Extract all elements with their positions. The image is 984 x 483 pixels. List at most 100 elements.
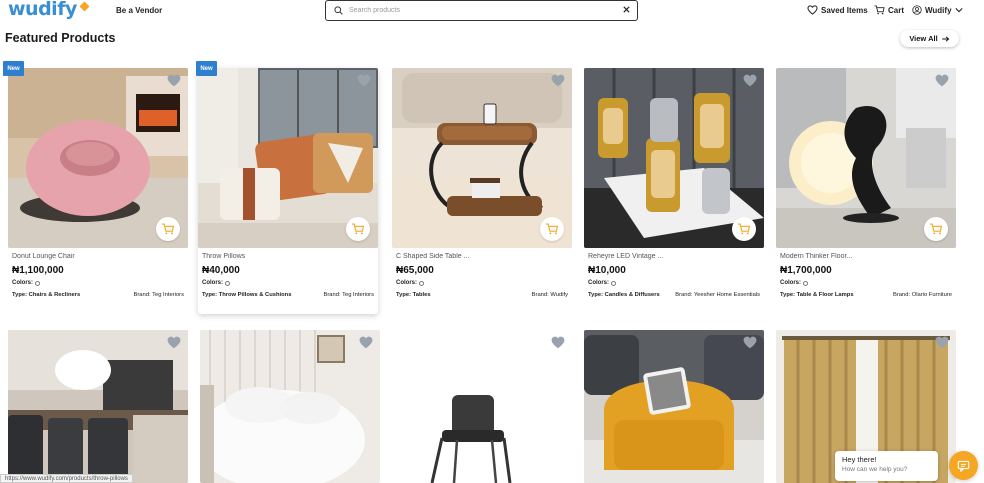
search-bar[interactable] bbox=[325, 0, 638, 21]
add-to-cart-button[interactable] bbox=[346, 217, 370, 241]
product-card[interactable]: Reheyre LED Vintage ... ₦10,000 Colors: … bbox=[584, 68, 764, 298]
product-meta: Type: Tables Brand: Wudify bbox=[396, 292, 568, 298]
heart-icon[interactable] bbox=[743, 74, 757, 87]
product-image[interactable] bbox=[200, 330, 380, 483]
color-swatch[interactable] bbox=[419, 280, 424, 286]
product-card[interactable]: New Donut Lounge Chair ₦1,100,000 Colors… bbox=[3, 61, 188, 298]
heart-icon[interactable] bbox=[357, 74, 371, 87]
type-value: Table & Floor Lamps bbox=[796, 292, 854, 298]
heart-icon[interactable] bbox=[551, 74, 565, 87]
wudify-logo[interactable]: wudify bbox=[8, 0, 77, 20]
type-value: Tables bbox=[412, 292, 431, 298]
product-price: ₦1,700,000 bbox=[780, 265, 832, 276]
color-swatch[interactable] bbox=[225, 280, 230, 286]
product-card[interactable] bbox=[8, 330, 188, 483]
brand-label: Brand: bbox=[133, 292, 151, 298]
search-icon bbox=[334, 6, 343, 15]
product-brand: Brand: Yeesher Home Essentials bbox=[675, 292, 760, 298]
product-image[interactable] bbox=[584, 330, 764, 483]
product-image[interactable] bbox=[584, 68, 764, 248]
cart-icon bbox=[546, 223, 559, 235]
brand-value: Teg Interiors bbox=[342, 292, 374, 298]
product-image[interactable] bbox=[776, 68, 956, 248]
colors-label: Colors: bbox=[202, 280, 223, 286]
account-menu[interactable]: Wudify bbox=[912, 5, 966, 15]
product-price: ₦65,000 bbox=[396, 265, 434, 276]
product-name[interactable]: C Shaped Side Table ... bbox=[396, 253, 568, 263]
be-a-vendor-link[interactable]: Be a Vendor bbox=[116, 6, 162, 15]
product-brand: Brand: Teg Interiors bbox=[323, 292, 374, 298]
type-value: Chairs & Recliners bbox=[28, 292, 81, 298]
brand-value: Wudify bbox=[550, 292, 568, 298]
search-input[interactable] bbox=[349, 7, 619, 14]
product-price: ₦10,000 bbox=[588, 265, 626, 276]
color-swatch[interactable] bbox=[611, 280, 616, 286]
cart-link[interactable]: Cart bbox=[874, 5, 904, 15]
close-icon[interactable] bbox=[622, 5, 631, 14]
colors-label: Colors: bbox=[588, 280, 609, 286]
chat-greeting-bubble[interactable]: Hey there! How can we help you? bbox=[835, 451, 938, 481]
section-title: Featured Products bbox=[5, 31, 116, 45]
chat-button[interactable] bbox=[949, 451, 978, 480]
saved-items-link[interactable]: Saved Items bbox=[807, 5, 868, 15]
heart-icon[interactable] bbox=[167, 336, 181, 349]
product-name[interactable]: Reheyre LED Vintage ... bbox=[588, 253, 760, 263]
product-name[interactable]: Donut Lounge Chair bbox=[12, 253, 184, 263]
logo-accent-icon bbox=[79, 1, 90, 12]
cart-icon bbox=[874, 5, 885, 15]
heart-outline-icon bbox=[807, 5, 818, 15]
add-to-cart-button[interactable] bbox=[540, 217, 564, 241]
product-image[interactable] bbox=[392, 68, 572, 248]
type-label: Type: bbox=[396, 292, 412, 298]
colors-label: Colors: bbox=[780, 280, 801, 286]
heart-icon[interactable] bbox=[743, 336, 757, 349]
colors-label: Colors: bbox=[396, 280, 417, 286]
product-card[interactable] bbox=[584, 330, 764, 483]
product-card[interactable]: New Throw Pillows ₦40,000 Colors: Type: … bbox=[196, 61, 378, 314]
top-header: wudify Be a Vendor Saved Items Cart Wudi… bbox=[0, 0, 984, 22]
product-type: Type: Tables bbox=[396, 292, 431, 298]
type-label: Type: bbox=[780, 292, 796, 298]
product-card[interactable]: Modern Thinker Floor... ₦1,700,000 Color… bbox=[776, 68, 956, 298]
user-icon bbox=[912, 5, 922, 15]
product-colors: Colors: bbox=[396, 280, 568, 286]
add-to-cart-button[interactable] bbox=[924, 217, 948, 241]
brand-value: Teg Interiors bbox=[152, 292, 184, 298]
brand-label: Brand: bbox=[893, 292, 911, 298]
heart-icon[interactable] bbox=[551, 336, 565, 349]
view-all-button[interactable]: View All bbox=[900, 30, 959, 47]
product-name[interactable]: Throw Pillows bbox=[202, 253, 374, 263]
heart-icon[interactable] bbox=[167, 74, 181, 87]
product-meta: Type: Table & Floor Lamps Brand: Olario … bbox=[780, 292, 952, 298]
chat-greeting: Hey there! bbox=[842, 455, 877, 464]
brand-label: Brand: bbox=[323, 292, 341, 298]
heart-icon[interactable] bbox=[935, 336, 949, 349]
type-value: Candles & Diffusers bbox=[604, 292, 660, 298]
color-swatch[interactable] bbox=[803, 280, 808, 286]
brand-value: Olario Furniture bbox=[911, 292, 952, 298]
dining-set-photo bbox=[8, 330, 188, 483]
product-colors: Colors: bbox=[202, 280, 374, 286]
product-meta: Type: Candles & Diffusers Brand: Yeesher… bbox=[588, 292, 760, 298]
new-badge: New bbox=[3, 61, 24, 76]
product-image[interactable] bbox=[198, 68, 378, 248]
color-swatch[interactable] bbox=[35, 280, 40, 286]
heart-icon[interactable] bbox=[935, 74, 949, 87]
add-to-cart-button[interactable] bbox=[732, 217, 756, 241]
account-label: Wudify bbox=[925, 5, 952, 15]
cart-label: Cart bbox=[888, 5, 905, 15]
add-to-cart-button[interactable] bbox=[156, 217, 180, 241]
heart-icon[interactable] bbox=[359, 336, 373, 349]
chat-icon bbox=[957, 460, 970, 472]
product-image[interactable] bbox=[392, 330, 572, 483]
product-name[interactable]: Modern Thinker Floor... bbox=[780, 253, 952, 263]
product-colors: Colors: bbox=[780, 280, 952, 286]
chevron-down-icon bbox=[954, 8, 963, 13]
type-value: Throw Pillows & Cushions bbox=[218, 292, 292, 298]
product-card[interactable] bbox=[200, 330, 380, 483]
product-card[interactable] bbox=[392, 330, 572, 483]
product-image[interactable] bbox=[8, 68, 188, 248]
product-image[interactable] bbox=[8, 330, 188, 483]
brand-value: Yeesher Home Essentials bbox=[693, 292, 760, 298]
product-card[interactable]: C Shaped Side Table ... ₦65,000 Colors: … bbox=[392, 68, 572, 298]
